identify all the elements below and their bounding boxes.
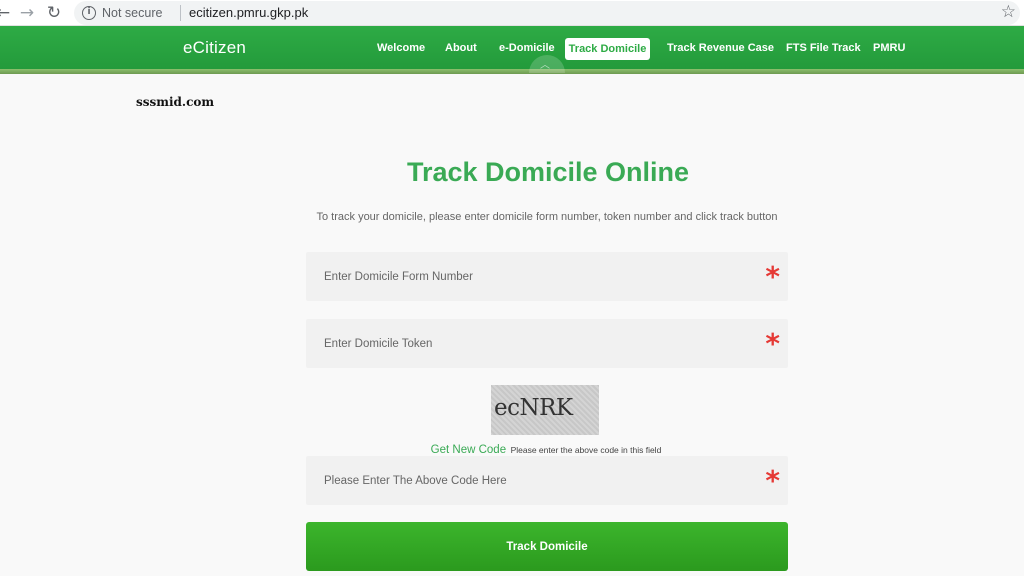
address-bar[interactable]: i Not secure ecitizen.pmru.gkp.pk ☆ [74,1,1020,25]
site-logo-text[interactable]: eCitizen [183,38,246,58]
form-number-input[interactable] [306,252,746,301]
forward-arrow-icon[interactable]: → [17,3,37,23]
reload-icon[interactable]: ↻ [44,3,64,23]
captcha-image: ecNRK [491,385,599,435]
nav-pmru[interactable]: PMRU [873,42,905,54]
token-input[interactable] [306,319,746,368]
url-text[interactable]: ecitizen.pmru.gkp.pk [189,5,308,20]
chevron-up-icon: ︿ [540,60,550,71]
required-asterisk-icon: * [765,327,780,360]
watermark-text: sssmid.com [136,95,215,109]
site-header: eCitizen Welcome About e-Domicile Track … [0,26,1024,73]
nav-about[interactable]: About [445,42,477,54]
captcha-help-text: Please enter the above code in this fiel… [510,445,662,455]
address-separator [180,5,181,21]
required-asterisk-icon: * [765,464,780,497]
captcha-field: * [306,456,788,505]
get-new-code-link[interactable]: Get New Code [431,444,506,456]
nav-e-domicile[interactable]: e-Domicile [499,42,555,54]
captcha-input[interactable] [306,456,746,505]
security-status: Not secure [102,6,163,20]
track-domicile-button[interactable]: Track Domicile [306,522,788,571]
back-arrow-icon[interactable]: ← [0,3,13,23]
info-icon[interactable]: i [82,6,96,20]
bookmark-star-icon[interactable]: ☆ [1001,2,1016,22]
page-instructions: To track your domicile, please enter dom… [316,211,778,223]
header-stripe [0,69,1024,74]
token-field: * [306,319,788,368]
form-number-field: * [306,252,788,301]
page-title: Track Domicile Online [406,157,690,187]
browser-toolbar: ← → ↻ i Not secure ecitizen.pmru.gkp.pk … [0,0,1024,26]
required-asterisk-icon: * [765,260,780,293]
nav-track-domicile[interactable]: Track Domicile [565,38,650,60]
captcha-code: ecNRK [494,395,573,421]
nav-fts-file-track[interactable]: FTS File Track [786,42,861,54]
nav-welcome[interactable]: Welcome [377,42,425,54]
nav-track-revenue-case[interactable]: Track Revenue Case [667,42,774,54]
